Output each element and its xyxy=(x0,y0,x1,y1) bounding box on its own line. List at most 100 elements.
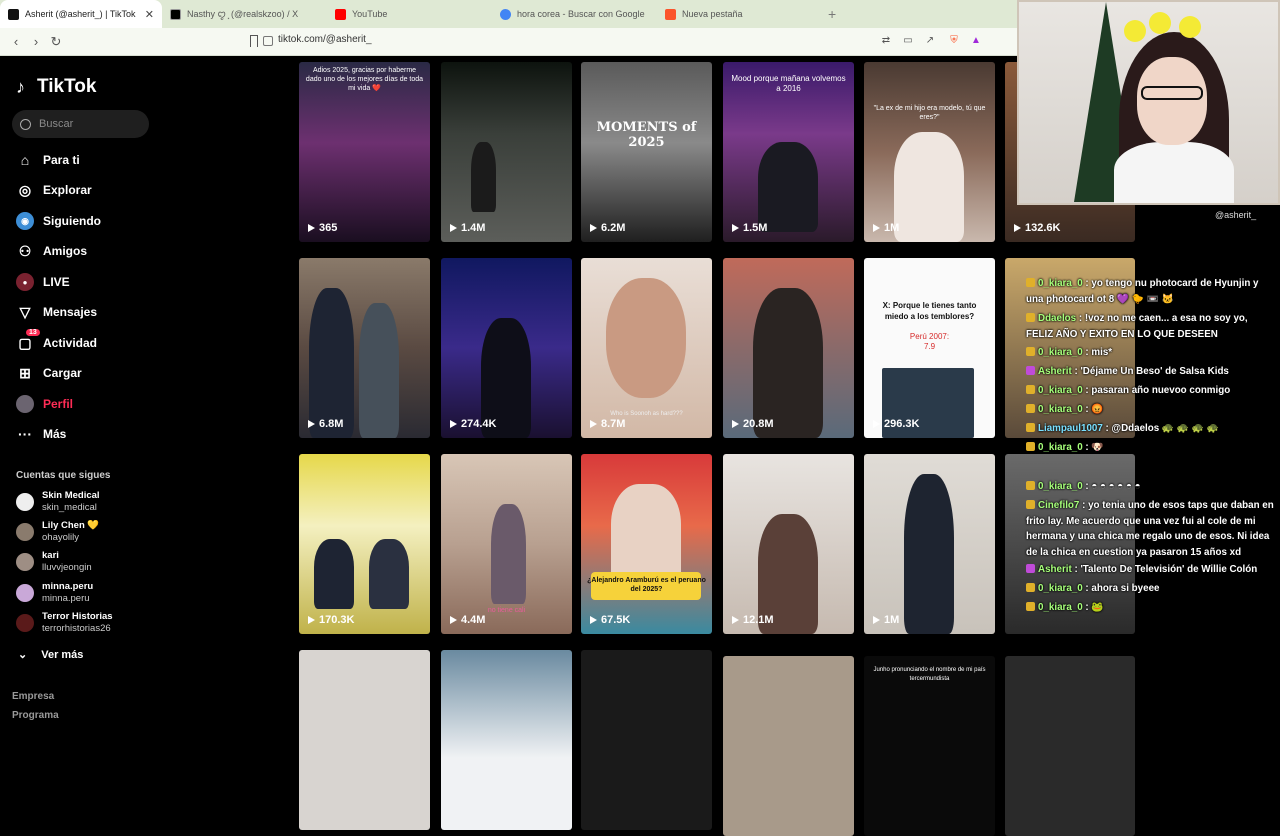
nav-more[interactable]: ··· Más xyxy=(16,423,66,445)
nav-explore[interactable]: ◎ Explorar xyxy=(16,179,92,201)
video-card[interactable]: 170.3K xyxy=(299,454,430,634)
tab-youtube[interactable]: YouTube xyxy=(327,0,492,28)
video-card[interactable]: 12.1M xyxy=(723,454,854,634)
chat-username: Asherit xyxy=(1038,564,1072,575)
following-account[interactable]: kari lluvvjeongin xyxy=(16,550,92,574)
x-favicon-icon xyxy=(170,8,181,20)
nav-profile[interactable]: Perfil xyxy=(16,393,73,415)
search-input[interactable]: Buscar xyxy=(12,110,149,138)
video-card[interactable]: 20.8M xyxy=(723,258,854,438)
search-placeholder: Buscar xyxy=(39,118,74,130)
chat-message: 0_kiara_0 : 😡 xyxy=(1026,402,1276,418)
video-thumbnail xyxy=(314,539,354,609)
webcam-overlay xyxy=(1017,0,1280,205)
play-icon xyxy=(873,616,880,624)
account-name: Skin Medical xyxy=(42,490,100,501)
new-tab-icon[interactable]: + xyxy=(828,6,836,22)
chat-username: 0_kiara_0 xyxy=(1038,583,1083,594)
translate-icon[interactable]: ⇄ xyxy=(880,35,892,47)
video-card[interactable]: ¿Alejandro Aramburú es el peruano del 20… xyxy=(581,454,712,634)
video-card[interactable]: Mood porque mañana volvemos a 2016 1.5M xyxy=(723,62,854,242)
chat-text: : pasaran año nuevoo conmigo xyxy=(1082,385,1231,396)
play-icon xyxy=(450,224,457,232)
nav-messages[interactable]: ▽ Mensajes xyxy=(16,301,97,323)
back-icon[interactable]: ‹ xyxy=(6,34,26,49)
video-thumbnail xyxy=(904,474,954,634)
view-count: 274.4K xyxy=(450,418,496,430)
nav-activity[interactable]: ▢ 13 Actividad xyxy=(16,329,97,354)
nav-label: Para ti xyxy=(43,153,80,167)
footer-link[interactable]: Programa xyxy=(12,710,59,721)
avatar xyxy=(16,614,34,632)
nav-for-you[interactable]: ⌂ Para ti xyxy=(16,149,80,171)
chat-message: Asherit : 'Déjame Un Beso' de Salsa Kids xyxy=(1026,364,1276,380)
video-card[interactable] xyxy=(1005,656,1135,836)
video-card[interactable]: Adios 2025, gracias por haberme dado uno… xyxy=(299,62,430,242)
reload-icon[interactable]: ↻ xyxy=(46,34,66,50)
video-card[interactable]: 1.4M xyxy=(441,62,572,242)
chat-badge-icon xyxy=(1026,500,1035,509)
video-card[interactable]: MOMENTS of 2025 6.2M xyxy=(581,62,712,242)
view-count: 12.1M xyxy=(732,614,774,626)
video-card[interactable]: Junho pronunciando el nombre de mi país … xyxy=(864,656,995,836)
video-card[interactable]: 274.4K xyxy=(441,258,572,438)
tab-x[interactable]: Nasthy ꨄ ͙ (@realskzoo) / X xyxy=(162,0,327,28)
forward-icon[interactable]: › xyxy=(26,34,46,49)
video-card[interactable] xyxy=(581,650,712,830)
site-info-icon[interactable] xyxy=(263,36,273,46)
avatar xyxy=(16,553,34,571)
video-caption: Junho pronunciando el nombre de mi país … xyxy=(873,667,986,682)
nav-following[interactable]: ◉ Siguiendo xyxy=(16,210,101,232)
screen-icon[interactable]: ▭ xyxy=(902,35,914,47)
following-account[interactable]: Skin Medical skin_medical xyxy=(16,490,100,514)
play-icon xyxy=(873,420,880,428)
view-count: 6.2M xyxy=(590,222,625,234)
share-icon[interactable]: ↗ xyxy=(924,35,936,47)
rewards-icon[interactable]: ▲ xyxy=(970,35,982,47)
brave-shield-icon[interactable]: ⛨ xyxy=(948,35,960,47)
view-count-label: 12.1M xyxy=(743,614,774,626)
play-icon xyxy=(873,224,880,232)
chat-badge-icon xyxy=(1026,347,1035,356)
url-input[interactable]: tiktok.com/@asherit_ xyxy=(278,34,372,45)
nav-friends[interactable]: ⚇ Amigos xyxy=(16,240,87,262)
nav-live[interactable]: ● LIVE xyxy=(16,271,70,293)
account-handle: skin_medical xyxy=(42,502,97,513)
video-card[interactable]: no tiene cali 4.4M xyxy=(441,454,572,634)
chat-text: : 🐶 xyxy=(1082,442,1104,453)
following-account[interactable]: Lily Chen 💛 ohayolily xyxy=(16,520,99,544)
following-account[interactable]: Terror Historias terrorhistorias26 xyxy=(16,611,113,635)
footer-link[interactable]: Empresa xyxy=(12,691,54,702)
chat-username: 0_kiara_0 xyxy=(1038,347,1083,358)
chat-username: Ddaelos xyxy=(1038,313,1077,324)
video-card[interactable]: 6.8M xyxy=(299,258,430,438)
activity-icon: ▢ 13 xyxy=(16,329,40,352)
video-card[interactable] xyxy=(723,656,854,836)
upload-icon: ⊞ xyxy=(19,364,31,381)
chat-text: : ◓ ◓ ◓ ◓ ◓ ◓ xyxy=(1082,481,1141,492)
tab-google[interactable]: hora corea - Buscar con Google xyxy=(492,0,657,28)
video-thumbnail xyxy=(471,142,496,212)
play-icon xyxy=(590,224,597,232)
tab-tiktok[interactable]: Asherit (@asherit_) | TikTok ✕ xyxy=(0,0,162,28)
bookmark-icon[interactable] xyxy=(250,35,258,47)
video-card[interactable]: 1M xyxy=(864,454,995,634)
video-card[interactable] xyxy=(441,650,572,830)
nav-upload[interactable]: ⊞ Cargar xyxy=(16,362,82,384)
see-more-button[interactable]: ⌄ Ver más xyxy=(18,648,83,662)
following-section-title: Cuentas que sigues xyxy=(16,470,111,481)
close-icon[interactable]: ✕ xyxy=(145,8,154,21)
video-caption: 7.9 xyxy=(923,342,936,351)
view-count-label: 1M xyxy=(884,614,900,626)
chat-badge-icon xyxy=(1026,423,1035,432)
following-account[interactable]: minna.peru minna.peru xyxy=(16,581,93,605)
nav-label: Amigos xyxy=(43,244,88,258)
video-card[interactable]: X: Porque le tienes tanto miedo a los te… xyxy=(864,258,995,438)
chat-badge-icon xyxy=(1026,481,1035,490)
tab-new[interactable]: Nueva pestaña xyxy=(657,0,822,28)
video-card[interactable] xyxy=(299,650,430,830)
video-card[interactable]: Who is Soonoh as hard??? 8.7M xyxy=(581,258,712,438)
video-card[interactable]: "La ex de mi hijo era modelo, tú que ere… xyxy=(864,62,995,242)
tiktok-logo[interactable]: ♪ TikTok xyxy=(16,76,96,98)
view-count-label: 20.8M xyxy=(743,418,774,430)
